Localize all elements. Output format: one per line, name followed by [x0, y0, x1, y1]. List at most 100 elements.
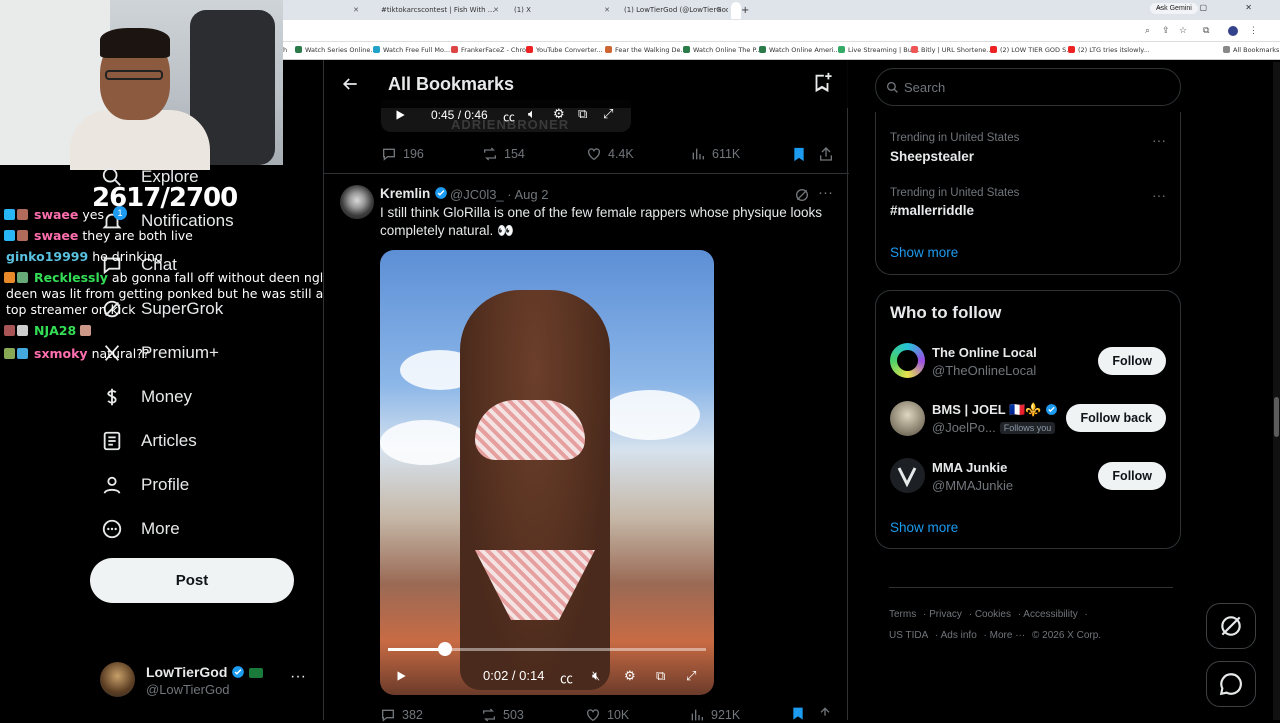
bookmark-filled-icon[interactable]: [790, 706, 806, 720]
play-icon[interactable]: [394, 669, 408, 683]
bookmark-item[interactable]: h: [283, 46, 287, 54]
footer-link-us-tida[interactable]: US TIDA: [889, 630, 928, 641]
avatar[interactable]: [890, 343, 925, 378]
reply-button[interactable]: 382: [380, 707, 423, 723]
reply-icon: [382, 709, 394, 722]
show-more-link[interactable]: Show more: [890, 520, 958, 535]
follow-back-button[interactable]: Follow back: [1066, 404, 1166, 432]
profile-avatar-icon[interactable]: [1228, 26, 1238, 36]
new-folder-icon[interactable]: [811, 72, 833, 94]
browser-tab[interactable]: #tiktokarcscontest | Fish With ... ✕: [375, 2, 505, 19]
bookmark-item[interactable]: FrankerFaceZ - Chro...: [451, 46, 532, 54]
fullscreen-icon[interactable]: ⤢: [603, 106, 613, 122]
settings-icon[interactable]: ⚙: [624, 668, 636, 684]
account-switcher[interactable]: LowTierGod @LowTierGod ···: [100, 660, 315, 702]
follow-suggestion-name[interactable]: MMA Junkie: [932, 460, 1007, 475]
captions-icon[interactable]: ㏄: [503, 108, 515, 125]
extensions-icon[interactable]: ⧉: [1203, 25, 1209, 36]
footer-link-ads-info[interactable]: Ads info: [941, 630, 977, 641]
show-more-link[interactable]: Show more: [890, 245, 958, 260]
share-icon[interactable]: ⇪: [1162, 25, 1170, 36]
share-icon[interactable]: [817, 706, 833, 720]
tweet-date: Aug 2: [514, 187, 549, 202]
follow-button[interactable]: Follow: [1098, 462, 1166, 490]
trend-item[interactable]: Sheepstealer: [890, 149, 974, 164]
avatar[interactable]: [340, 185, 374, 219]
star-icon[interactable]: ☆: [1179, 25, 1187, 36]
address-bar[interactable]: ⌕ ⇪ ☆ ⧉ ⋮: [283, 20, 1280, 42]
video-subject-top: [475, 400, 585, 460]
grok-fab-button[interactable]: [1206, 603, 1256, 649]
reply-button[interactable]: 196: [381, 146, 424, 162]
like-button[interactable]: 10K: [585, 707, 629, 723]
settings-icon[interactable]: ⚙: [553, 106, 565, 122]
pip-icon[interactable]: ⧉: [578, 106, 587, 122]
views-button[interactable]: 921K: [689, 707, 740, 723]
video-seek-handle[interactable]: [438, 642, 453, 656]
more-dots-icon[interactable]: ···: [1152, 187, 1166, 203]
back-arrow-icon[interactable]: [340, 74, 360, 94]
mute-icon[interactable]: 🔇︎: [592, 668, 600, 684]
more-dots-icon[interactable]: ···: [818, 184, 833, 201]
bookmark-item[interactable]: Watch Free Full Mo...: [373, 46, 450, 54]
footer-link-privacy[interactable]: Privacy: [929, 609, 962, 620]
bookmark-item[interactable]: Live Streaming | Bul...: [838, 46, 920, 54]
close-icon[interactable]: ✕: [493, 2, 499, 19]
grok-icon[interactable]: [794, 187, 810, 203]
follow-suggestion-name[interactable]: The Online Local: [932, 345, 1037, 360]
repost-button[interactable]: 154: [482, 146, 525, 162]
bookmark-item[interactable]: Fear the Walking De...: [605, 46, 687, 54]
bookmark-item[interactable]: Bitly | URL Shortene...: [911, 46, 993, 54]
chat-fab-button[interactable]: [1206, 661, 1256, 707]
share-icon[interactable]: [818, 146, 834, 162]
bookmark-item[interactable]: (2) LOW TIER GOD S...: [990, 46, 1072, 54]
play-icon[interactable]: [393, 108, 407, 122]
new-tab-button[interactable]: +: [735, 2, 755, 19]
captions-icon[interactable]: ㏄: [560, 668, 573, 687]
footer-link-accessibility[interactable]: Accessibility: [1023, 609, 1077, 620]
bookmark-item[interactable]: (2) LTG tries itslowly...: [1068, 46, 1149, 54]
repost-button[interactable]: 503: [481, 707, 524, 723]
page-scrollbar[interactable]: [1273, 62, 1280, 720]
reply-icon: [383, 148, 395, 161]
menu-icon[interactable]: ⋮: [1249, 25, 1258, 36]
bookmark-item[interactable]: YouTube Converter...: [526, 46, 602, 54]
nav-more[interactable]: More: [101, 514, 180, 544]
browser-tab[interactable]: ✕: [283, 2, 365, 19]
scrollbar-thumb[interactable]: [1274, 397, 1279, 437]
trend-item[interactable]: #mallerriddle: [890, 203, 974, 218]
nav-articles[interactable]: Articles: [101, 426, 197, 456]
avatar[interactable]: [890, 458, 925, 493]
follow-button[interactable]: Follow: [1098, 347, 1166, 375]
browser-tab[interactable]: (1) X ✕: [508, 2, 616, 19]
more-dots-icon[interactable]: ···: [1152, 132, 1166, 148]
window-controls[interactable]: – ▢ ✕: [1157, 3, 1270, 12]
video-seek-bar[interactable]: [388, 642, 706, 656]
footer-link-terms[interactable]: Terms: [889, 609, 916, 620]
like-button[interactable]: 4.4K: [586, 146, 634, 162]
views-icon: [692, 148, 704, 160]
close-icon[interactable]: ✕: [353, 2, 359, 19]
fullscreen-icon[interactable]: ⤢: [686, 668, 696, 684]
zoom-icon[interactable]: ⌕: [1145, 25, 1150, 36]
pip-icon[interactable]: ⧉: [656, 668, 665, 684]
volume-icon[interactable]: 🔈︎: [528, 106, 536, 122]
bookmark-item[interactable]: Watch Online Ameri...: [759, 46, 840, 54]
nav-money[interactable]: Money: [101, 382, 192, 412]
browser-tab[interactable]: (1) LowTierGod (@LowTierGod... ✕: [618, 2, 728, 19]
avatar[interactable]: [890, 401, 925, 436]
close-icon[interactable]: ✕: [716, 2, 722, 19]
post-button[interactable]: Post: [90, 558, 294, 603]
close-icon[interactable]: ✕: [604, 2, 610, 19]
nav-profile[interactable]: Profile: [101, 470, 189, 500]
footer-link-more[interactable]: More ···: [990, 630, 1026, 641]
more-dots-icon[interactable]: ···: [290, 668, 306, 686]
views-button[interactable]: 611K: [690, 146, 740, 162]
search-input[interactable]: Search: [875, 68, 1181, 106]
footer-link-cookies[interactable]: Cookies: [975, 609, 1011, 620]
bookmark-folder[interactable]: All Bookmarks: [1223, 46, 1279, 54]
bookmark-filled-icon[interactable]: [791, 146, 807, 163]
bookmark-item[interactable]: Watch Online The P...: [683, 46, 762, 54]
bookmark-item[interactable]: Watch Series Online...: [295, 46, 377, 54]
tweet-video[interactable]: 0:02 / 0:14 ㏄ 🔇︎ ⚙ ⧉ ⤢: [380, 250, 714, 695]
